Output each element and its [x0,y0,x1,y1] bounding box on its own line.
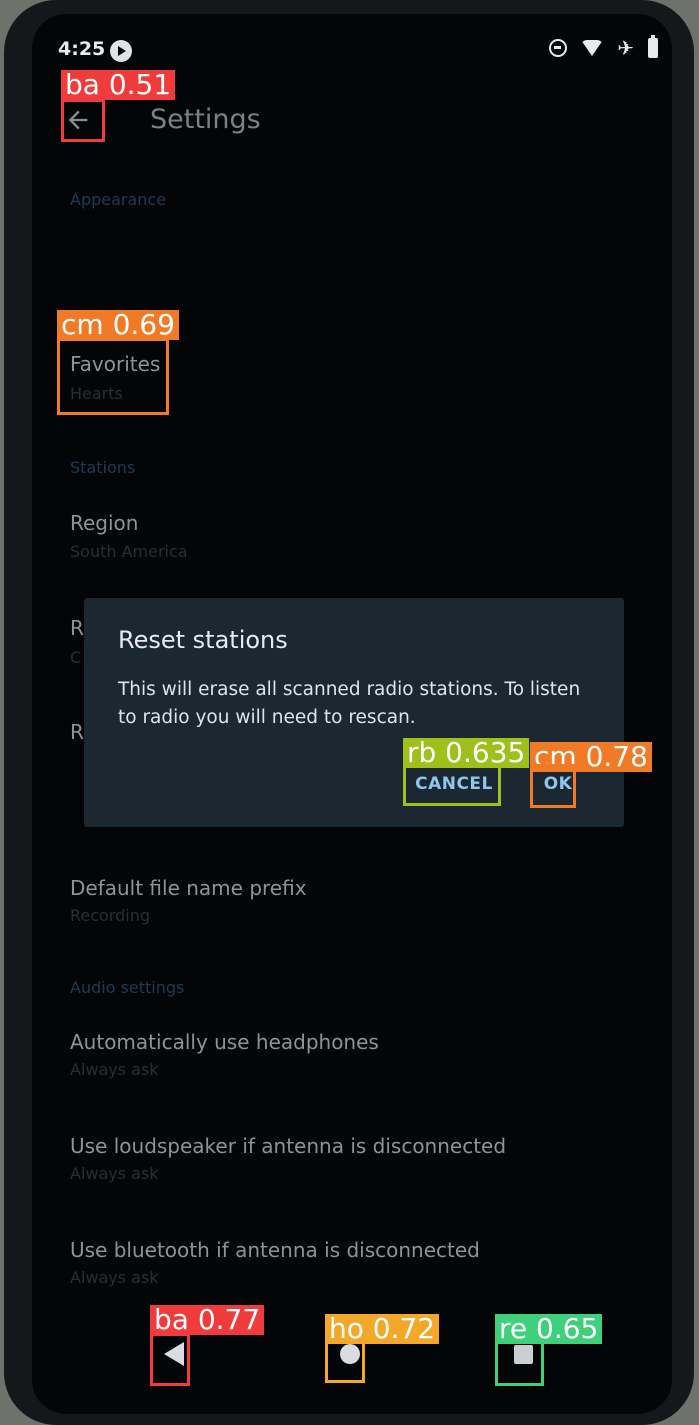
screen: 4:25 ✈ Settings Appearance Favorites Hea… [32,14,672,1414]
detection-box [150,1333,190,1386]
detection-box [495,1340,544,1386]
section-header-audio: Audio settings [70,978,185,997]
dialog-message: This will erase all scanned radio statio… [118,679,581,728]
section-header-stations: Stations [70,458,136,477]
detection-label: cm 0.69 [57,310,179,340]
pref-title: Region [70,511,139,535]
detection-box [530,764,576,808]
pref-title: Use bluetooth if antenna is disconnected [70,1238,480,1262]
page-title: Settings [150,104,261,135]
airplane-icon: ✈ [617,36,634,60]
detection-box [403,764,501,806]
detection-box [57,338,169,415]
phone-frame: 4:25 ✈ Settings Appearance Favorites Hea… [4,0,694,1425]
pref-summary: Recording [70,906,151,925]
pref-summary: South America [70,542,188,561]
wifi-icon [581,40,604,56]
section-header-appearance: Appearance [70,190,167,209]
pref-title: Automatically use headphones [70,1030,379,1054]
status-time: 4:25 [58,38,106,60]
pref-title: Use loudspeaker if antenna is disconnect… [70,1134,507,1158]
pref-title: R [70,720,84,744]
pref-summary: C [70,648,82,667]
pref-summary: Always ask [70,1060,159,1079]
pref-summary: Always ask [70,1268,159,1287]
detection-label: ba 0.77 [150,1305,265,1335]
pref-title: Default file name prefix [70,876,307,900]
app-notification-icon [110,40,132,62]
battery-icon [648,35,658,58]
do-not-disturb-icon [549,39,568,57]
pref-summary: Always ask [70,1164,159,1183]
detection-box [61,99,105,142]
dialog-title: Reset stations [118,626,288,654]
detection-box [325,1340,365,1383]
pref-title: R [70,616,84,640]
status-icons: ✈ [549,35,658,60]
detection-label: ba 0.51 [61,70,176,100]
